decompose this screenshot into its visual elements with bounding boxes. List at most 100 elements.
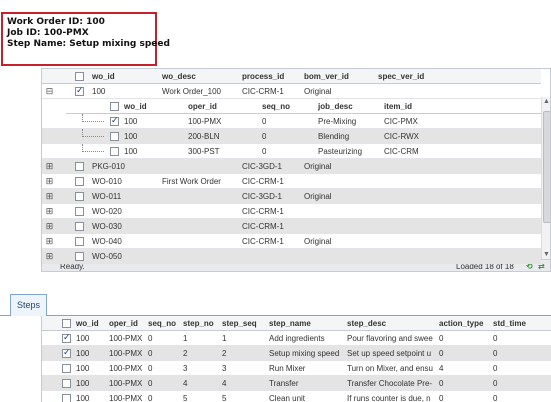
col-step-oper-id-cell: 100-PMX — [109, 379, 143, 388]
tab-steps[interactable]: Steps — [10, 294, 48, 316]
work-order-grid-scrollbar[interactable]: ▲ ▼ — [541, 97, 550, 260]
col-job-desc-cell: Pre-Mixing — [318, 117, 357, 126]
steps-select-all-checkbox[interactable] — [62, 319, 71, 328]
col-step-wo-id-cell: 100 — [76, 349, 90, 358]
col-step-name-header: step_name — [269, 319, 311, 328]
col-step-seq-cell: 5 — [222, 394, 227, 402]
context-info-box: Work Order ID: 100 Job ID: 100-PMX Step … — [1, 12, 170, 66]
col-wo-id-cell: WO-030 — [92, 222, 122, 231]
job-row[interactable]: 100 100-PMX 0 Pre-Mixing CIC-PMX — [42, 114, 541, 129]
select-all-checkbox[interactable] — [75, 72, 84, 81]
row-checkbox[interactable] — [75, 192, 84, 201]
col-step-oper-id-header: oper_id — [109, 319, 138, 328]
scroll-up-icon[interactable]: ▲ — [542, 97, 550, 107]
col-step-oper-id-cell: 100-PMX — [109, 364, 143, 373]
col-wo-id-cell: WO-011 — [92, 192, 122, 201]
col-wo-id-cell: WO-020 — [92, 207, 122, 216]
col-action-type-cell: 4 — [439, 364, 444, 373]
expand-icon[interactable]: ⊞ — [45, 237, 54, 246]
tree-connector — [82, 114, 104, 122]
tree-connector — [82, 129, 104, 137]
col-action-type-cell: 0 — [439, 394, 444, 402]
expand-icon[interactable]: ⊞ — [45, 162, 54, 171]
job-row[interactable]: 100 300-PST 0 Pasteurizing CIC-CRM — [42, 144, 541, 159]
expand-icon[interactable]: ⊞ — [45, 192, 54, 201]
job-row-checkbox[interactable] — [110, 115, 119, 126]
row-checkbox[interactable] — [75, 237, 84, 246]
col-std-time-cell: 0 — [493, 334, 498, 343]
col-wo-desc-cell: First Work Order — [162, 177, 221, 186]
work-order-label: Work Order ID: 100 — [7, 17, 105, 27]
job-header-row: wo_id oper_id seq_no job_desc item_id — [42, 99, 541, 114]
col-step-seq-no-cell: 0 — [148, 379, 153, 388]
job-select-all-checkbox[interactable] — [110, 102, 119, 111]
row-checkbox[interactable] — [75, 162, 84, 171]
tab-strip: Steps — [0, 291, 551, 316]
collapse-icon[interactable]: ⊟ — [45, 87, 54, 96]
job-label: Job ID: 100-PMX — [7, 28, 89, 38]
job-row[interactable]: 100 200-BLN 0 Blending CIC-RWX — [42, 129, 541, 144]
col-step-wo-id-cell: 100 — [76, 379, 90, 388]
work-order-row[interactable]: ⊞ WO-040 CIC-CRM-1 Original — [42, 234, 541, 249]
col-action-type-header: action_type — [439, 319, 484, 328]
row-checkbox[interactable] — [75, 222, 84, 231]
work-order-row[interactable]: ⊞ WO-010 First Work Order CIC-CRM-1 — [42, 174, 541, 189]
col-process-id-cell: CIC-CRM-1 — [242, 222, 284, 231]
expand-icon[interactable]: ⊞ — [45, 222, 54, 231]
col-step-seq-no-cell: 0 — [148, 394, 153, 402]
col-job-desc-cell: Blending — [318, 132, 350, 141]
col-wo-id-cell: WO-040 — [92, 237, 122, 246]
col-process-id-cell: CIC-3GD-1 — [242, 192, 283, 201]
step-row-checkbox[interactable] — [62, 364, 71, 373]
col-oper-id-header: oper_id — [188, 102, 217, 111]
expand-icon[interactable]: ⊞ — [45, 207, 54, 216]
scrollbar-thumb[interactable] — [543, 111, 550, 223]
row-checkbox[interactable] — [75, 207, 84, 216]
work-order-row[interactable]: ⊞ WO-050 — [42, 249, 541, 264]
row-checkbox[interactable] — [75, 177, 84, 186]
work-order-row[interactable]: ⊞ PKG-010 CIC-3GD-1 Original — [42, 159, 541, 174]
step-row[interactable]: 100 100-PMX 0 5 5 Clean unit If runs counter i… — [42, 391, 551, 402]
step-row-checkbox[interactable] — [62, 332, 71, 343]
col-job-desc-header: job_desc — [318, 102, 353, 111]
col-step-no-cell: 3 — [183, 364, 188, 373]
work-order-row[interactable]: ⊞ WO-011 CIC-3GD-1 Original — [42, 189, 541, 204]
col-wo-id-cell: WO-010 — [92, 177, 122, 186]
col-wo-id-header: wo_id — [92, 72, 115, 81]
col-step-no-header: step_no — [183, 319, 214, 328]
step-row-checkbox[interactable] — [62, 394, 71, 402]
work-order-row[interactable]: ⊟ 100 Work Order_100 CIC-CRM-1 Original — [42, 84, 541, 99]
step-row-checkbox[interactable] — [62, 347, 71, 358]
col-step-seq-cell: 2 — [222, 349, 227, 358]
col-process-id-header: process_id — [242, 72, 285, 81]
col-seq-no-header: seq_no — [262, 102, 291, 111]
work-order-row[interactable]: ⊞ WO-020 CIC-CRM-1 — [42, 204, 541, 219]
steps-grid: wo_id oper_id seq_no step_no step_seq step_na… — [41, 316, 551, 402]
col-bom-ver-id-cell: Original — [304, 192, 332, 201]
row-checkbox[interactable] — [75, 85, 84, 96]
job-row-checkbox[interactable] — [110, 132, 119, 141]
col-job-wo-id-cell: 100 — [124, 117, 138, 126]
expand-icon[interactable]: ⊞ — [45, 252, 54, 261]
col-job-wo-id-cell: 100 — [124, 132, 138, 141]
col-oper-id-cell: 300-PST — [188, 147, 220, 156]
work-order-row[interactable]: ⊞ WO-030 CIC-CRM-1 — [42, 219, 541, 234]
col-step-desc-cell: Turn on Mixer, and ensu — [347, 364, 433, 373]
step-row-checkbox[interactable] — [62, 379, 71, 388]
col-process-id-cell: CIC-CRM-1 — [242, 177, 284, 186]
col-std-time-cell: 0 — [493, 364, 498, 373]
step-row[interactable]: 100 100-PMX 0 1 1 Add ingredients Pour flavori… — [42, 331, 551, 346]
job-row-checkbox[interactable] — [110, 147, 119, 156]
col-step-no-cell: 5 — [183, 394, 188, 402]
step-row[interactable]: 100 100-PMX 0 4 4 Transfer Transfer Chocolate … — [42, 376, 551, 391]
expand-icon[interactable]: ⊞ — [45, 177, 54, 186]
col-step-no-cell: 4 — [183, 379, 188, 388]
col-bom-ver-id-cell: Original — [304, 87, 332, 96]
row-checkbox[interactable] — [75, 252, 84, 261]
col-step-name-cell: Transfer — [269, 379, 299, 388]
step-row[interactable]: 100 100-PMX 0 3 3 Run Mixer Turn on Mixer, and… — [42, 361, 551, 376]
step-row[interactable]: 100 100-PMX 0 2 2 Setup mixing speed Set up sp… — [42, 346, 551, 361]
col-std-time-header: std_time — [493, 319, 526, 328]
col-step-seq-no-header: seq_no — [148, 319, 177, 328]
col-oper-id-cell: 200-BLN — [188, 132, 220, 141]
